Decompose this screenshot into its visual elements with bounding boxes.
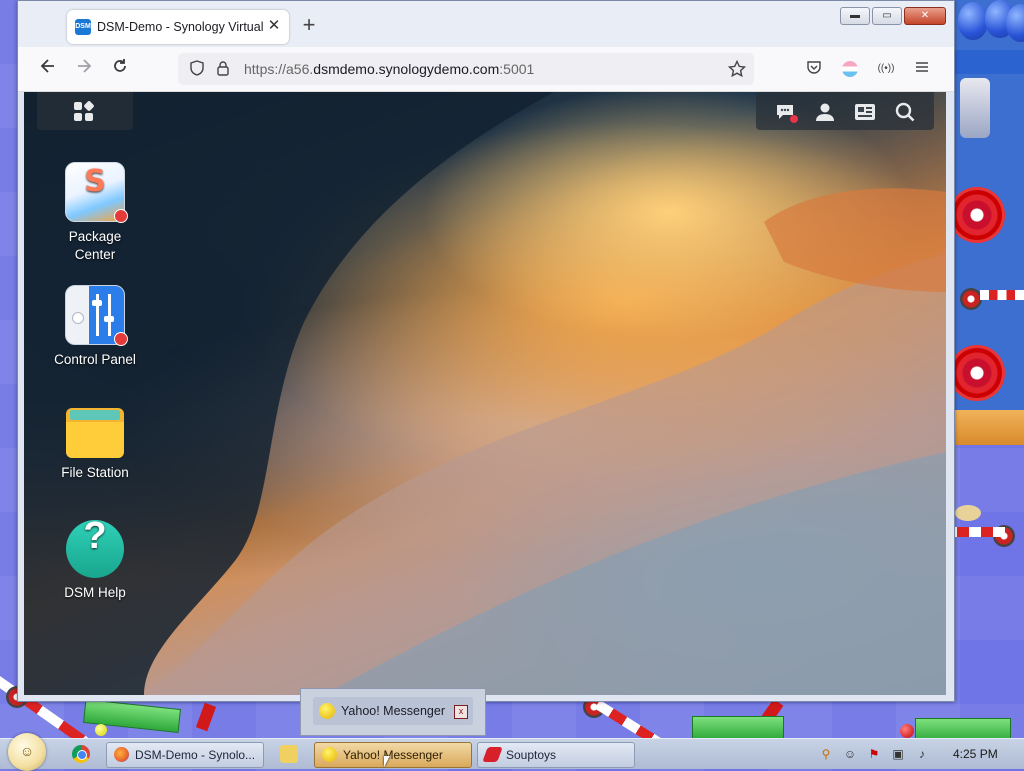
- desktop-icon-label: File Station: [61, 465, 129, 480]
- red-gear: [952, 348, 1002, 398]
- yahoo-smiley-icon: [319, 703, 335, 719]
- red-wheel: [960, 288, 982, 310]
- taskbar-button-label: Yahoo! Messenger: [343, 748, 443, 762]
- yahoo-messenger-popup: Yahoo! Messenger x: [300, 688, 486, 736]
- help-icon: ?: [66, 517, 124, 578]
- lock-icon[interactable]: [214, 60, 232, 78]
- monitor-icon[interactable]: ▣: [890, 746, 906, 762]
- search-icon[interactable]: [894, 101, 916, 123]
- wallpaper: [24, 92, 946, 695]
- close-tab-icon[interactable]: ✕: [265, 17, 283, 35]
- desktop-icon-file-station[interactable]: File Station: [45, 400, 145, 482]
- smiley-icon: ☺: [19, 743, 35, 759]
- taskbar-button-firefox[interactable]: DSM-Demo - Synolo...: [106, 742, 264, 768]
- close-icon[interactable]: x: [454, 705, 468, 719]
- folder-icon: [66, 408, 124, 458]
- navigation-toolbar: https://a56.dsmdemo.synologydemo.com:500…: [18, 47, 954, 92]
- url-text[interactable]: https://a56.dsmdemo.synologydemo.com:500…: [244, 61, 534, 77]
- yahoo-messenger-item[interactable]: Yahoo! Messenger x: [313, 697, 473, 725]
- notification-dot: [790, 115, 798, 123]
- red-gear: [952, 190, 1002, 240]
- yahoo-smiley-icon: [322, 747, 337, 762]
- network-disconnected-icon[interactable]: ⚑: [866, 746, 882, 762]
- chat-icon[interactable]: [774, 101, 798, 123]
- back-icon[interactable]: [36, 57, 60, 81]
- reload-icon[interactable]: [108, 57, 132, 81]
- taskbar-button-souptoys[interactable]: Souptoys: [477, 742, 635, 768]
- desktop-icon-label: Control Panel: [54, 352, 136, 367]
- tab-strip: DSM DSM-Demo - Synology VirtualDSM ✕ + ▬…: [18, 1, 954, 47]
- game-orange-strip: [950, 410, 1024, 445]
- magnifier-icon[interactable]: ⚲: [818, 746, 834, 762]
- dsm-desktop: S Package Center Control Panel File Stat…: [24, 92, 946, 695]
- start-button[interactable]: ☺: [8, 733, 46, 771]
- browser-tab[interactable]: DSM DSM-Demo - Synology VirtualDSM ✕: [67, 10, 289, 44]
- close-window-button[interactable]: ✕: [904, 7, 946, 25]
- red-peg: [195, 702, 217, 732]
- update-badge: [114, 332, 128, 346]
- taskbar: ☺ DSM-Demo - Synolo... Yahoo! Messenger …: [0, 733, 1024, 771]
- striped-bar: [980, 290, 1024, 300]
- souptoys-icon: [482, 747, 503, 762]
- clock[interactable]: 4:25 PM: [953, 747, 998, 761]
- update-badge: [114, 209, 128, 223]
- game-orange-strip-top: [950, 50, 1024, 74]
- robot-toy: [960, 78, 990, 138]
- tab-title: DSM-Demo - Synology VirtualDSM: [97, 20, 263, 34]
- extension-icon[interactable]: ((•)): [876, 59, 896, 79]
- browser-window: DSM DSM-Demo - Synology VirtualDSM ✕ + ▬…: [17, 0, 955, 702]
- desktop-icon-dsm-help[interactable]: ? DSM Help: [45, 517, 145, 602]
- desktop-icon-label: Center: [74, 247, 116, 262]
- firefox-icon: [114, 747, 129, 762]
- star-icon[interactable]: [727, 59, 747, 78]
- yellow-ball: [95, 724, 107, 736]
- restore-button[interactable]: ▭: [872, 7, 902, 25]
- control-panel-icon: [65, 285, 128, 346]
- url-bar[interactable]: https://a56.dsmdemo.synologydemo.com:500…: [178, 53, 754, 85]
- emoticon-icon[interactable]: ☺: [842, 746, 858, 762]
- account-icon[interactable]: [840, 59, 860, 79]
- shield-icon[interactable]: [188, 60, 206, 78]
- chrome-icon[interactable]: [72, 745, 90, 763]
- green-block: [692, 716, 784, 740]
- mouse-cursor: [384, 756, 390, 767]
- taskbar-button-label: DSM-Demo - Synolo...: [135, 748, 256, 762]
- blue-balloon: [958, 2, 988, 40]
- red-ball: [900, 724, 914, 738]
- widgets-icon[interactable]: [854, 101, 876, 123]
- volume-icon[interactable]: ♪: [914, 746, 930, 762]
- forward-icon[interactable]: [72, 57, 96, 81]
- window-controls: ▬ ▭ ✕: [840, 7, 946, 25]
- new-tab-button[interactable]: +: [298, 14, 320, 37]
- main-menu-button[interactable]: [37, 92, 133, 130]
- yahoo-messenger-label: Yahoo! Messenger: [341, 704, 445, 718]
- desktop-icon-package-center[interactable]: S Package Center: [45, 162, 145, 264]
- user-icon[interactable]: [814, 101, 836, 123]
- menu-icon[interactable]: [912, 59, 932, 79]
- desktop-icon-label: Package: [68, 229, 122, 244]
- people-icon[interactable]: [280, 745, 298, 763]
- taskbar-button-label: Souptoys: [506, 748, 557, 762]
- taskbar-button-yahoo[interactable]: Yahoo! Messenger: [314, 742, 472, 768]
- egg-toy: [955, 505, 981, 521]
- dsm-top-toolbar: [756, 92, 934, 130]
- package-center-icon: S: [65, 162, 128, 223]
- minimize-button[interactable]: ▬: [840, 7, 870, 25]
- desktop-icon-control-panel[interactable]: Control Panel: [45, 285, 145, 369]
- desktop-icon-label: DSM Help: [64, 585, 126, 600]
- dsm-favicon-icon: DSM: [75, 19, 91, 35]
- apps-grid-icon: [74, 100, 95, 122]
- pocket-icon[interactable]: [804, 59, 824, 79]
